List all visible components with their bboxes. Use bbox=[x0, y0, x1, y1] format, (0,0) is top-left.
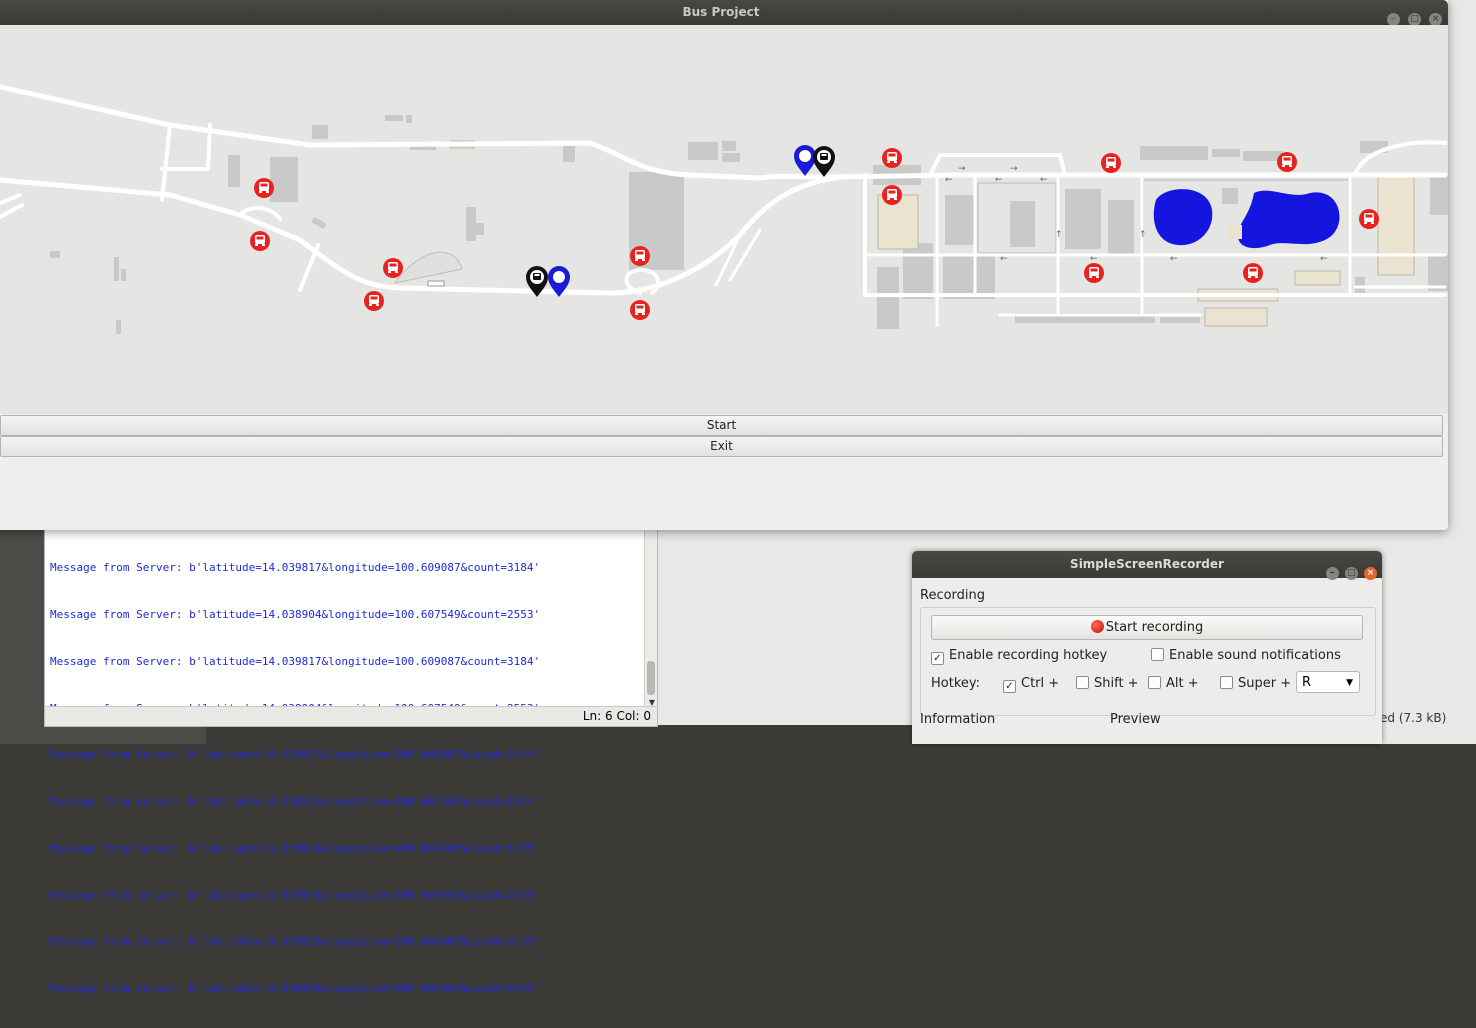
svg-text:→: → bbox=[958, 164, 966, 174]
maximize-icon[interactable]: □ bbox=[1344, 567, 1358, 580]
start-recording-button[interactable]: Start recording bbox=[931, 615, 1363, 640]
campus-map[interactable]: ← ← ← → → ← ← ← ↑ ↑ ← bbox=[0, 25, 1448, 414]
svg-text:←: ← bbox=[1090, 254, 1098, 264]
checkbox-checked-icon: ✓ bbox=[1003, 680, 1016, 693]
bus-project-window: Bus Project – □ × ← ← ← → → ← ← ← ↑ ↑ ← … bbox=[0, 0, 1448, 530]
cursor-position: Ln: 6 Col: 0 bbox=[582, 709, 651, 723]
svg-text:←: ← bbox=[995, 175, 1003, 185]
bus-stop-icon bbox=[1101, 153, 1121, 173]
console-line: Message from Server: b'latitude=14.03890… bbox=[50, 607, 541, 621]
bus-stop-icon bbox=[882, 148, 902, 168]
start-button[interactable]: Start bbox=[0, 415, 1443, 436]
checkbox-checked-icon: ✓ bbox=[931, 652, 944, 665]
alt-checkbox[interactable]: Alt + bbox=[1148, 676, 1199, 691]
bus-location-pin-icon bbox=[813, 146, 835, 177]
console-line: Message from Server: b'latitude=14.03893… bbox=[50, 982, 541, 996]
window-title: Bus Project bbox=[682, 5, 760, 19]
bus-stop-icon bbox=[630, 300, 650, 320]
console-line: Message from Server: b'latitude=14.03981… bbox=[50, 654, 541, 668]
bus-stop-icon bbox=[250, 231, 270, 251]
recording-section-label: Recording bbox=[920, 588, 986, 603]
recorder-titlebar[interactable]: SimpleScreenRecorder – □ × bbox=[912, 551, 1382, 580]
enable-hotkey-checkbox[interactable]: ✓ Enable recording hotkey bbox=[931, 648, 1107, 665]
window-titlebar[interactable]: Bus Project – □ × bbox=[0, 0, 1448, 26]
hotkey-label: Hotkey: bbox=[931, 676, 981, 691]
enable-hotkey-label: Enable recording hotkey bbox=[949, 648, 1108, 663]
alt-label: Alt + bbox=[1166, 676, 1199, 691]
console-line: Message from Server: b'latitude=14.03992… bbox=[50, 841, 541, 855]
console-line: Message from Server: b'latitude=14.03992… bbox=[50, 935, 541, 949]
checkbox-unchecked-icon bbox=[1220, 676, 1233, 689]
blue-location-pin-icon bbox=[794, 145, 816, 176]
ctrl-label: Ctrl + bbox=[1021, 676, 1060, 691]
file-size-label: ed (7.3 kB) bbox=[1380, 711, 1447, 725]
svg-text:←: ← bbox=[1170, 254, 1178, 264]
recorder-title: SimpleScreenRecorder bbox=[1070, 557, 1224, 571]
bus-stop-icon bbox=[882, 185, 902, 205]
console-text: Message from Server: b'latitude=14.03981… bbox=[50, 529, 540, 1028]
super-label: Super + bbox=[1238, 676, 1292, 691]
output-console[interactable]: Message from Server: b'latitude=14.03981… bbox=[44, 520, 658, 995]
svg-text:↑: ↑ bbox=[1055, 230, 1063, 240]
checkbox-unchecked-icon bbox=[1151, 648, 1164, 661]
recording-group: Start recording ✓ Enable recording hotkey… bbox=[920, 607, 1376, 716]
svg-text:←: ← bbox=[1040, 175, 1048, 185]
console-line: Message from Server: b'latitude=14.03891… bbox=[50, 795, 541, 809]
preview-label: Preview bbox=[1110, 712, 1161, 727]
information-label: Information bbox=[920, 712, 996, 727]
bus-stop-icon bbox=[383, 258, 403, 278]
console-scrollbar[interactable] bbox=[644, 521, 657, 707]
super-checkbox[interactable]: Super + bbox=[1220, 676, 1291, 691]
hotkey-key-select[interactable]: R ▼ bbox=[1296, 671, 1360, 693]
bus-stop-icon bbox=[1084, 263, 1104, 283]
bus-stop-icon bbox=[1359, 209, 1379, 229]
exit-button[interactable]: Exit bbox=[0, 436, 1443, 457]
close-icon[interactable]: × bbox=[1364, 567, 1377, 580]
svg-text:←: ← bbox=[945, 175, 953, 185]
svg-text:←: ← bbox=[1320, 254, 1328, 264]
record-icon bbox=[1090, 620, 1104, 633]
hotkey-key-value: R bbox=[1302, 675, 1312, 690]
bus-stop-icon bbox=[630, 246, 650, 266]
checkbox-unchecked-icon bbox=[1148, 676, 1161, 689]
checkbox-unchecked-icon bbox=[1076, 676, 1089, 689]
console-line: Message from Server: b'latitude=14.03981… bbox=[50, 748, 541, 762]
enable-sound-label: Enable sound notifications bbox=[1169, 648, 1341, 663]
start-recording-label: Start recording bbox=[1105, 620, 1204, 635]
enable-sound-checkbox[interactable]: Enable sound notifications bbox=[1151, 648, 1341, 663]
bus-stop-icon bbox=[1243, 263, 1263, 283]
shift-label: Shift + bbox=[1094, 676, 1139, 691]
chevron-down-icon: ▼ bbox=[1346, 678, 1353, 688]
ctrl-checkbox[interactable]: ✓ Ctrl + bbox=[1003, 676, 1059, 693]
svg-text:→: → bbox=[1010, 164, 1018, 174]
svg-text:←: ← bbox=[1000, 254, 1008, 264]
scrollbar-thumb[interactable] bbox=[647, 661, 655, 695]
console-line: Message from Server: b'latitude=14.03893… bbox=[50, 888, 541, 902]
bus-stop-icon bbox=[1277, 152, 1297, 172]
editor-statusbar: Ln: 6 Col: 0 bbox=[45, 706, 657, 726]
screen-recorder-window: SimpleScreenRecorder – □ × Recording Sta… bbox=[912, 551, 1382, 744]
bus-stop-icon bbox=[254, 178, 274, 198]
bus-stop-icon bbox=[364, 291, 384, 311]
console-line: Message from Server: b'latitude=14.03981… bbox=[50, 561, 541, 575]
minimize-icon[interactable]: – bbox=[1325, 567, 1339, 580]
svg-text:↑: ↑ bbox=[1139, 230, 1147, 240]
shift-checkbox[interactable]: Shift + bbox=[1076, 676, 1139, 691]
